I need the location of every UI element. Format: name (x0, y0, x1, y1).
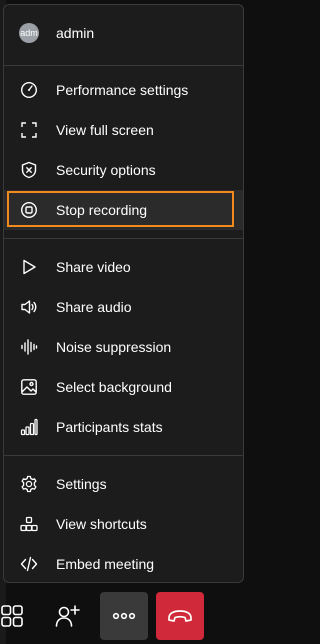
divider (4, 65, 243, 66)
menu-item-view-full-screen[interactable]: View full screen (4, 110, 243, 150)
tile-view-icon (0, 604, 24, 628)
user-name: admin (56, 25, 95, 41)
menu-item-embed-meeting[interactable]: Embed meeting (4, 544, 243, 584)
menu-item-label: View shortcuts (56, 516, 147, 532)
speaker-icon (19, 297, 39, 317)
fullscreen-icon (19, 120, 39, 140)
menu-item-label: Settings (56, 476, 107, 492)
menu-item-label: View full screen (56, 122, 154, 138)
avatar-initials: adm (19, 23, 39, 43)
menu-item-noise-suppression[interactable]: Noise suppression (4, 327, 243, 367)
menu-item-share-video[interactable]: Share video (4, 247, 243, 287)
shield-icon (19, 160, 39, 180)
tile-view-button[interactable] (0, 592, 36, 640)
gear-icon (19, 474, 39, 494)
play-icon (19, 257, 39, 277)
menu-item-label: Performance settings (56, 82, 189, 98)
divider (4, 455, 243, 456)
hangup-icon (167, 609, 193, 623)
code-icon (19, 554, 39, 574)
menu-item-label: Share video (56, 259, 131, 275)
divider (4, 238, 243, 239)
menu-item-participants-stats[interactable]: Participants stats (4, 407, 243, 447)
menu-item-label: Share audio (56, 299, 132, 315)
stop-record-icon (19, 200, 39, 220)
bar-chart-icon (19, 417, 39, 437)
image-icon (19, 377, 39, 397)
menu-item-label: Participants stats (56, 419, 163, 435)
gauge-icon (19, 80, 39, 100)
waveform-icon (19, 337, 39, 357)
menu-item-label: Security options (56, 162, 156, 178)
menu-item-label: Select background (56, 379, 172, 395)
invite-icon (55, 603, 81, 629)
menu-item-settings[interactable]: Settings (4, 464, 243, 504)
overflow-menu: adm admin Performance settings View full… (3, 4, 244, 583)
menu-item-performance-settings[interactable]: Performance settings (4, 70, 243, 110)
invite-button[interactable] (44, 592, 92, 640)
menu-item-stop-recording[interactable]: Stop recording (4, 190, 243, 230)
menu-item-label: Noise suppression (56, 339, 172, 355)
user-row: adm admin (4, 13, 243, 53)
menu-item-security-options[interactable]: Security options (4, 150, 243, 190)
menu-item-select-background[interactable]: Select background (4, 367, 243, 407)
more-actions-button[interactable] (100, 592, 148, 640)
avatar: adm (19, 23, 39, 43)
menu-item-view-shortcuts[interactable]: View shortcuts (4, 504, 243, 544)
more-icon (112, 612, 136, 620)
shortcuts-icon (19, 514, 39, 534)
menu-item-label: Stop recording (56, 202, 148, 218)
menu-item-share-audio[interactable]: Share audio (4, 287, 243, 327)
hangup-button[interactable] (156, 592, 204, 640)
menu-item-label: Embed meeting (56, 556, 155, 572)
